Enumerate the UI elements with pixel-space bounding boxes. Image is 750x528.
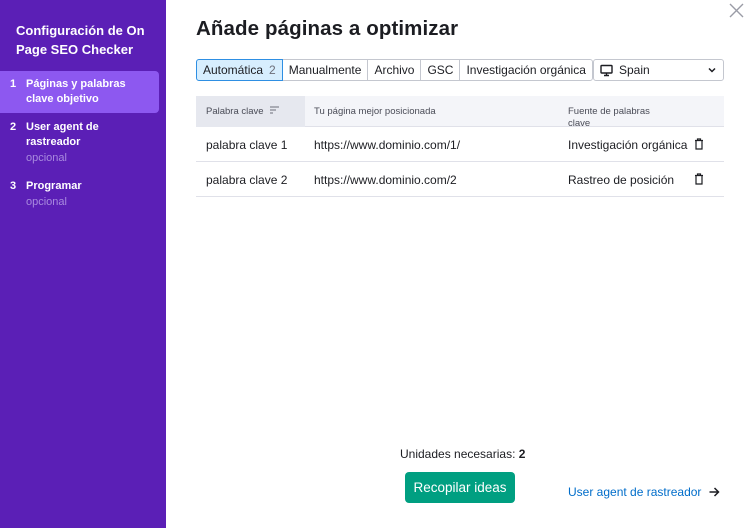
chevron-down-icon — [708, 67, 716, 73]
keyword-cell: palabra clave 1 — [206, 138, 288, 152]
required-units-value: 2 — [518, 447, 526, 461]
monitor-icon — [600, 64, 613, 76]
sort-icon — [269, 106, 279, 114]
keyword-cell: palabra clave 2 — [206, 173, 288, 187]
tab-gsc[interactable]: GSC — [420, 59, 461, 81]
step-schedule[interactable]: 3 Programar opcional — [0, 173, 159, 216]
next-step-label: User agent de rastreador — [568, 485, 702, 499]
setup-sidebar: Configuración de On Page SEO Checker 1 P… — [0, 0, 166, 528]
column-header-keyword[interactable]: Palabra clave — [196, 96, 305, 127]
step-number: 3 — [10, 180, 17, 192]
table-header: Palabra clave Tu página mejor posicionad… — [196, 96, 724, 129]
table-row: palabra clave 1 https://www.dominio.com/… — [196, 127, 724, 162]
step-label: User agent de rastreador — [26, 121, 99, 148]
sidebar-title: Configuración de On Page SEO Checker — [16, 23, 145, 57]
next-step-link[interactable]: User agent de rastreador — [568, 485, 720, 499]
required-units-label: Unidades necesarias: — [400, 447, 516, 461]
collect-ideas-button[interactable]: Recopilar ideas — [405, 472, 515, 503]
url-cell: https://www.dominio.com/1/ — [314, 138, 461, 152]
page-title: Añade páginas a optimizar — [196, 17, 459, 40]
tab-organic-research[interactable]: Investigación orgánica — [459, 59, 593, 81]
country-select[interactable]: Spain — [593, 59, 724, 81]
step-label: Programar — [26, 180, 82, 192]
trash-icon[interactable] — [694, 138, 704, 150]
step-optional-label: opcional — [26, 196, 67, 208]
step-number: 2 — [10, 121, 17, 133]
trash-icon[interactable] — [694, 173, 704, 185]
source-cell: Rastreo de posición — [568, 173, 675, 187]
close-button[interactable] — [726, 1, 746, 21]
step-optional-label: opcional — [26, 152, 67, 164]
url-cell: https://www.dominio.com/2 — [314, 173, 457, 187]
required-units: Unidades necesarias: 2 — [400, 447, 525, 461]
keywords-table: Palabra clave Tu página mejor posicionad… — [196, 96, 724, 197]
source-tabs: Automática 2 Manualmente Archivo GSC Inve… — [196, 59, 593, 81]
source-cell: Investigación orgánica — [568, 138, 688, 152]
close-icon — [729, 3, 744, 18]
arrow-right-icon — [709, 487, 720, 497]
tab-label: Automática — [203, 63, 264, 77]
column-header-url: Tu página mejor posicionada — [314, 106, 436, 117]
tab-count-badge: 2 — [269, 63, 276, 77]
table-row: palabra clave 2 https://www.dominio.com/… — [196, 162, 724, 197]
step-target-pages[interactable]: 1 Páginas y palabras clave objetivo — [0, 71, 159, 113]
tab-automatic[interactable]: Automática 2 — [196, 59, 283, 81]
step-number: 1 — [10, 78, 17, 90]
tab-manual[interactable]: Manualmente — [281, 59, 369, 81]
step-label: Páginas y palabras clave objetivo — [26, 78, 126, 105]
country-select-value: Spain — [619, 63, 650, 77]
tab-file[interactable]: Archivo — [367, 59, 422, 81]
step-crawler-user-agent[interactable]: 2 User agent de rastreador opcional — [0, 114, 159, 172]
